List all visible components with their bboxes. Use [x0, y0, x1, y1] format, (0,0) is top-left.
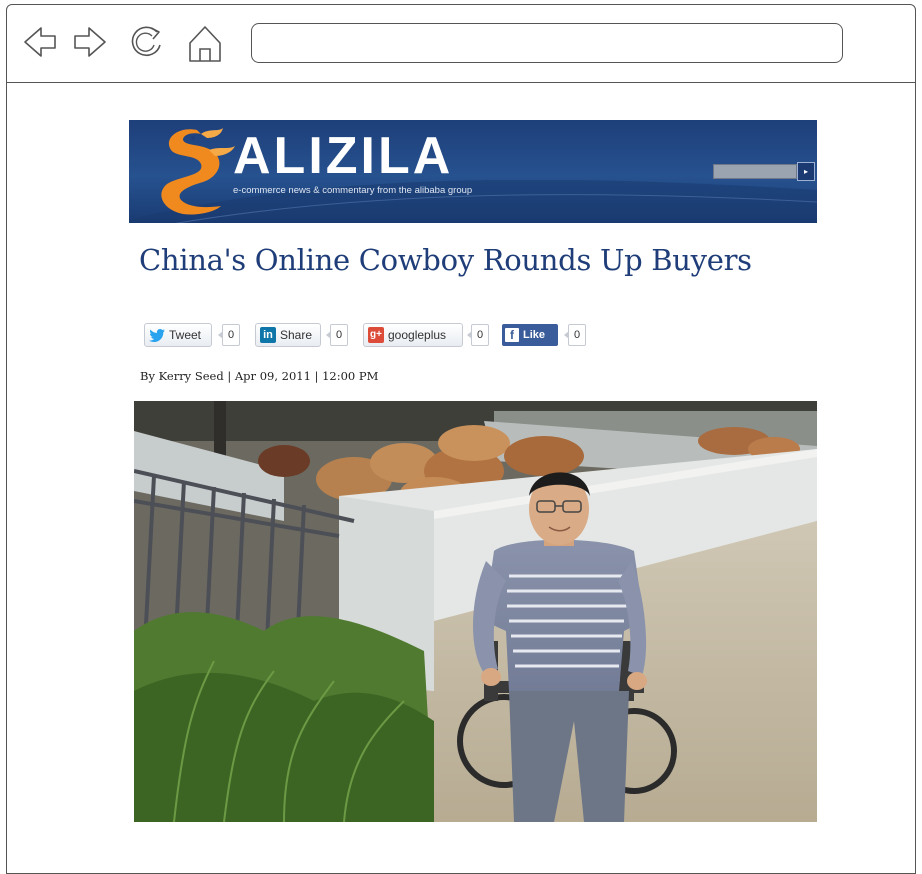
- browser-toolbar: [7, 5, 915, 83]
- article-byline: By Kerry Seed | Apr 09, 2011 | 12:00 PM: [140, 369, 379, 383]
- twitter-bird-icon: [149, 328, 165, 342]
- address-bar[interactable]: [251, 23, 843, 63]
- article-photo: [134, 401, 817, 822]
- linkedin-share-button[interactable]: in Share: [255, 323, 321, 347]
- dragon-logo-icon: [161, 128, 235, 215]
- home-icon: [189, 26, 221, 62]
- linkedin-count: 0: [326, 324, 348, 346]
- site-search-button[interactable]: ▸: [797, 162, 815, 181]
- tweet-label: Tweet: [169, 328, 202, 342]
- home-button[interactable]: [185, 19, 225, 65]
- tweet-count: 0: [218, 324, 240, 346]
- facebook-icon: f: [505, 328, 519, 342]
- facebook-like-count: 0: [564, 324, 586, 346]
- back-button[interactable]: [21, 19, 61, 65]
- facebook-like-label: Like: [523, 329, 546, 341]
- forward-button[interactable]: [69, 19, 109, 65]
- googleplus-icon: g+: [368, 327, 384, 343]
- googleplus-button[interactable]: g+ googleplus: [363, 323, 463, 347]
- photo-cowboy-wheelchair-cattle-pen: [134, 401, 817, 822]
- googleplus-label: googleplus: [388, 328, 447, 342]
- linkedin-icon: in: [260, 327, 276, 343]
- back-arrow-icon: [24, 27, 56, 57]
- facebook-like-button[interactable]: f Like: [502, 324, 558, 346]
- googleplus-count: 0: [467, 324, 489, 346]
- tweet-button[interactable]: Tweet: [144, 323, 212, 347]
- page-content: ALIZILA e-commerce news & commentary fro…: [7, 83, 915, 873]
- site-logo-text: ALIZILA: [233, 127, 454, 185]
- site-tagline: e-commerce news & commentary from the al…: [233, 185, 473, 196]
- forward-arrow-icon: [74, 27, 106, 57]
- site-banner[interactable]: ALIZILA e-commerce news & commentary fro…: [129, 120, 817, 223]
- linkedin-label: Share: [280, 328, 313, 342]
- site-search-input[interactable]: [713, 164, 797, 179]
- reload-icon: [131, 26, 161, 57]
- reload-button[interactable]: [127, 19, 167, 65]
- browser-window: ALIZILA e-commerce news & commentary fro…: [6, 4, 916, 874]
- article-title: China's Online Cowboy Rounds Up Buyers: [139, 243, 752, 277]
